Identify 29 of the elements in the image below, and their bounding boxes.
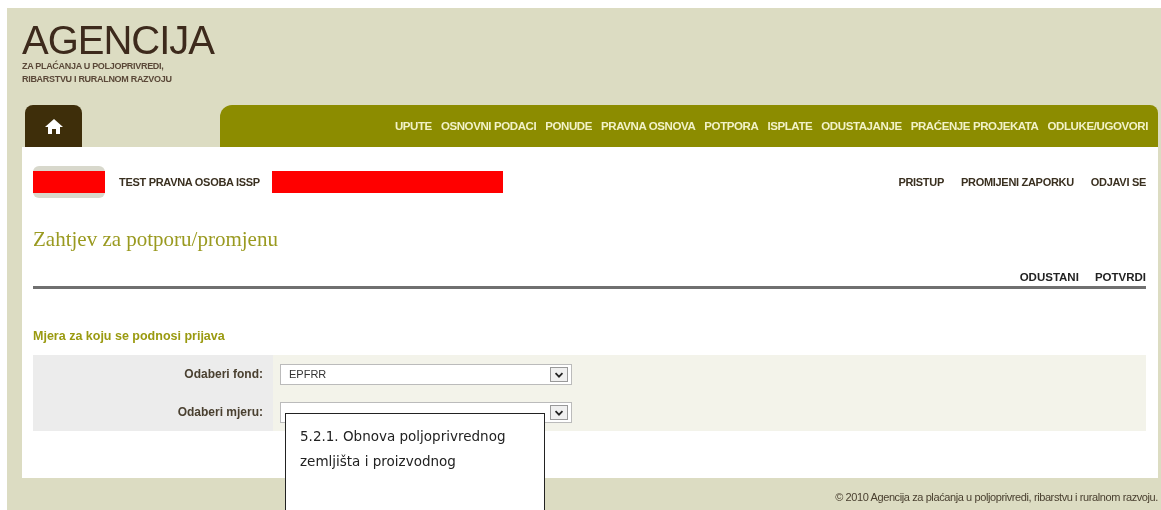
tooltip: 5.2.1. Obnova poljoprivrednog zemljišta i proizvodnog bbox=[285, 413, 545, 510]
agency-logo-subtitle: RIBARSTVU I RURALNOM RAZVOJU bbox=[22, 73, 172, 86]
nav-link[interactable]: ODLUKE/UGOVORI bbox=[1047, 120, 1148, 132]
action-link[interactable]: ODUSTANI bbox=[1019, 271, 1079, 283]
account-link[interactable]: PROMIJENI ZAPORKU bbox=[960, 176, 1074, 188]
nav-link[interactable]: POTPORA bbox=[704, 120, 759, 132]
page-title: Zahtjev za potporu/promjenu bbox=[33, 227, 279, 252]
account-link[interactable]: PRISTUP bbox=[898, 176, 944, 188]
section-heading: Mjera za koju se podnosi prijava bbox=[33, 329, 226, 343]
field-label: Odaberi mjeru: bbox=[33, 393, 273, 431]
nav-link[interactable]: ODUSTAJANJE bbox=[821, 120, 902, 132]
account-link[interactable]: ODJAVI SE bbox=[1090, 176, 1146, 188]
dropdown-field[interactable]: EPFRR bbox=[280, 363, 572, 385]
caret-icon bbox=[550, 404, 568, 420]
field-label: Odaberi fond: bbox=[33, 355, 273, 393]
agency-logo-subtitle: ZA PLAĆANJA U POLJOPRIVREDI, bbox=[22, 60, 164, 73]
nav-link[interactable]: PRAĆENJE PROJEKATA bbox=[910, 120, 1039, 132]
action-link[interactable]: POTVRDI bbox=[1094, 271, 1146, 283]
nav-link[interactable]: PRAVNA OSNOVA bbox=[601, 120, 696, 132]
user-name: TEST PRAVNA OSOBA ISSP bbox=[119, 176, 260, 188]
agency-logo-title: AGENCIJA bbox=[22, 20, 215, 60]
nav-link[interactable]: ISPLATE bbox=[767, 120, 813, 132]
nav-link[interactable]: OSNOVNI PODACI bbox=[440, 120, 537, 132]
copyright-text: © 2010 Agencija za plaćanja u poljoprivredi, ribarstvu i ruralnom razvoju. bbox=[835, 491, 1158, 503]
nav-link[interactable]: UPUTE bbox=[394, 120, 432, 132]
caret-icon bbox=[550, 366, 568, 382]
home-icon bbox=[43, 117, 64, 135]
home-tab[interactable] bbox=[25, 105, 82, 147]
nav-link[interactable]: PONUDE bbox=[545, 120, 593, 132]
